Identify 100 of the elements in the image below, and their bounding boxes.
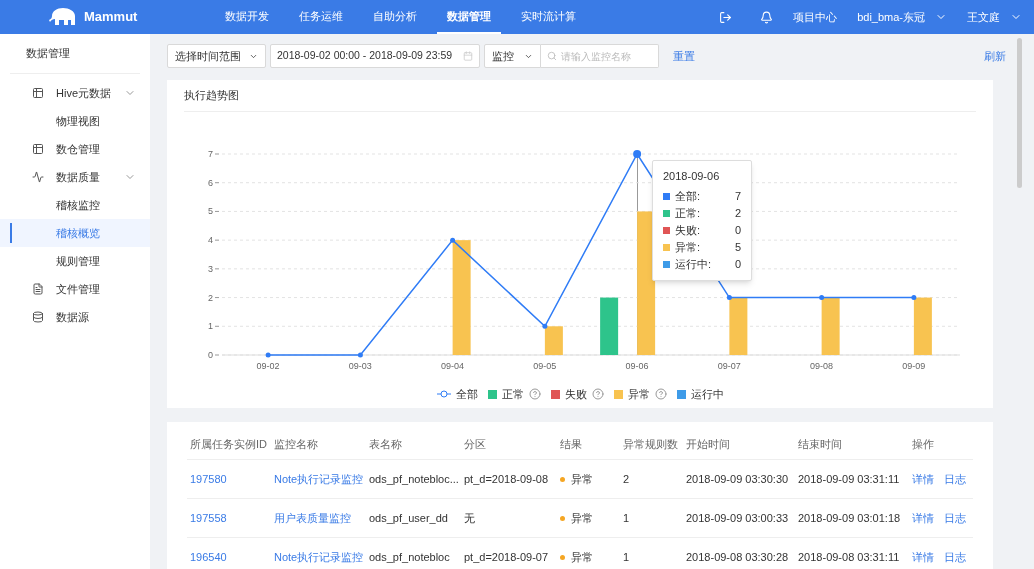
bar [729, 297, 748, 355]
sidebar-item[interactable]: 文件管理 [0, 275, 150, 303]
column-header: 操作 [911, 437, 935, 453]
legend-label[interactable]: 运行中 [690, 386, 724, 403]
table-icon [32, 87, 44, 99]
nav-tab[interactable]: 实时流计算 [511, 0, 586, 34]
table-cell-text: ods_pf_notebloc... [368, 471, 460, 487]
column-header: 异常规则数 [622, 437, 679, 453]
column-header: 开始时间 [685, 437, 731, 453]
y-tick-label: 4 [208, 235, 213, 246]
table-link[interactable]: 197580 [187, 470, 271, 488]
bell-icon[interactable] [760, 10, 774, 24]
nav-tab[interactable]: 数据开发 [215, 0, 279, 34]
sidebar-item[interactable]: 物理视图 [0, 107, 150, 135]
tooltip-value: 7 [734, 188, 741, 204]
sidebar-item[interactable]: 数据质量 [0, 163, 150, 191]
sidebar-item[interactable]: 稽核监控 [0, 191, 150, 219]
table-cell-text: 无 [463, 510, 476, 526]
tooltip-value: 5 [734, 239, 741, 255]
y-tick-label: 7 [208, 149, 213, 159]
app-logo-text: Mammut [84, 8, 139, 27]
table-link[interactable]: 用户表质量监控 [271, 509, 366, 527]
legend-swatch [550, 389, 560, 399]
tooltip-label: 失败: [675, 222, 701, 238]
reset-link[interactable]: 重置 [673, 47, 695, 65]
legend-swatch [487, 389, 497, 399]
table-cell-text: 异常 [571, 471, 593, 487]
scrollbar-thumb[interactable] [1017, 38, 1022, 188]
table-cell-text: 2018-09-09 03:31:11 [797, 471, 901, 487]
nav-tab[interactable]: 自助分析 [363, 0, 427, 34]
range-select[interactable]: 选择时间范围 [167, 44, 266, 68]
legend-label[interactable]: 异常 [627, 386, 650, 403]
x-tick-label: 09-06 [625, 361, 649, 371]
tooltip-label: 异常: [675, 239, 701, 255]
sidebar-item[interactable]: 规则管理 [0, 247, 150, 275]
action-link[interactable]: 详情 [912, 470, 934, 488]
table-cell-text: 2018-09-08 03:30:28 [685, 549, 790, 565]
data-point [726, 295, 732, 301]
refresh-link[interactable]: 刷新 [984, 47, 1006, 65]
date-range-field[interactable]: 2018-09-02 00:00 - 2018-09-09 23:59 [270, 44, 480, 68]
y-tick-label: 2 [208, 292, 213, 303]
data-point [633, 150, 642, 158]
help-icon[interactable] [528, 388, 541, 401]
legend-swatch [613, 389, 623, 399]
table-link[interactable]: 196540 [187, 548, 271, 566]
action-link[interactable]: 日志 [944, 470, 966, 488]
table-link[interactable]: 197558 [187, 509, 271, 527]
action-link[interactable]: 详情 [912, 509, 934, 527]
legend-label[interactable]: 全部 [455, 386, 478, 403]
help-icon[interactable] [591, 388, 604, 401]
table-icon [32, 143, 44, 155]
table-cell-text: 异常 [571, 510, 593, 526]
table-cell-text: 2018-09-09 03:00:33 [685, 510, 790, 526]
legend-label[interactable]: 正常 [501, 386, 524, 403]
sidebar-title: 数据管理 [10, 34, 140, 74]
tooltip-label: 运行中: [675, 256, 712, 272]
tooltip-value: 2 [734, 205, 741, 221]
column-header: 所属任务实例ID [189, 437, 268, 453]
y-tick-label: 5 [208, 206, 213, 217]
sidebar-item[interactable]: Hive元数据 [0, 79, 150, 107]
help-icon[interactable] [654, 388, 667, 401]
x-tick-label: 09-05 [533, 361, 557, 371]
y-tick-label: 3 [208, 263, 213, 274]
x-tick-label: 09-02 [256, 361, 280, 371]
tooltip-value: 0 [734, 256, 741, 272]
user-dropdown[interactable]: 王文庭 [967, 8, 1022, 26]
search-field[interactable]: 请输入监控名称 [541, 44, 659, 68]
x-tick-label: 09-03 [348, 361, 372, 371]
legend-label[interactable]: 失败 [564, 386, 587, 403]
nav-tab[interactable]: 数据管理 [437, 0, 501, 34]
table-cell-text: ods_pf_notebloc [368, 549, 451, 565]
x-tick-label: 09-04 [441, 361, 465, 371]
pulse-icon [32, 171, 44, 183]
type-select[interactable]: 监控 [484, 44, 541, 68]
action-link[interactable]: 日志 [944, 548, 966, 566]
tooltip-value: 0 [734, 222, 741, 238]
data-point [819, 295, 825, 301]
tooltip-swatch [663, 192, 670, 200]
table-cell-text: pt_d=2018-09-08 [463, 471, 550, 487]
column-header: 分区 [463, 437, 487, 453]
tooltip-label: 正常: [675, 205, 701, 221]
table-cell-text: 2 [622, 471, 631, 487]
tooltip-swatch [663, 260, 670, 268]
sidebar-item[interactable]: 稽核概览 [0, 219, 150, 247]
exit-icon[interactable] [719, 10, 733, 24]
y-tick-label: 1 [208, 321, 213, 332]
tooltip-label: 全部: [675, 188, 701, 204]
x-tick-label: 09-08 [810, 361, 834, 371]
data-point [450, 237, 456, 243]
project-dropdown[interactable]: bdi_bma-东冠 [857, 8, 947, 26]
sidebar-item[interactable]: 数仓管理 [0, 135, 150, 163]
action-link[interactable]: 详情 [912, 548, 934, 566]
table-link[interactable]: Note执行记录监控 [271, 548, 366, 566]
nav-tab[interactable]: 任务运维 [289, 0, 353, 34]
table-link[interactable]: Note执行记录监控 [271, 470, 366, 488]
column-header: 结束时间 [797, 437, 843, 453]
x-tick-label: 09-09 [902, 361, 926, 371]
sidebar-item[interactable]: 数据源 [0, 303, 150, 331]
action-link[interactable]: 日志 [944, 509, 966, 527]
project-center-link[interactable]: 项目中心 [793, 8, 838, 26]
